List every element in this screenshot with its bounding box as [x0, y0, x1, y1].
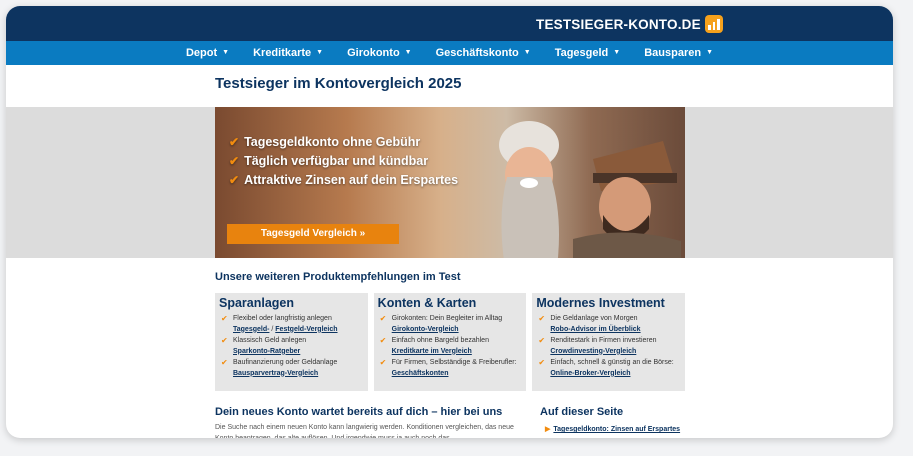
- checkmark-icon: ✔: [379, 336, 387, 345]
- list-item: ✔ Klassisch Geld anlegen Sparkonto-Ratgebe…: [221, 336, 307, 355]
- chevron-down-icon: ▼: [523, 49, 531, 56]
- online-broker-vergleich-link[interactable]: Online-Broker-Vergleich: [550, 370, 630, 377]
- chevron-down-icon: ▼: [706, 49, 714, 56]
- nav-item-geschaeftskonto[interactable]: Geschäftskonto ▼: [436, 47, 531, 59]
- card-konten-karten: Konten & Karten ✔ Girokonten: Dein Beglei…: [373, 293, 527, 391]
- card-title: Modernes Investment: [536, 296, 665, 310]
- chevron-down-icon: ▼: [404, 49, 412, 56]
- chevron-down-icon: ▼: [222, 49, 230, 56]
- hero-benefit-item: ✔ Tagesgeldkonto ohne Gebühr: [229, 135, 421, 149]
- hero-benefit-list: ✔ Tagesgeldkonto ohne Gebühr ✔ Täglich ver…: [229, 135, 458, 192]
- bottom-section-title: Dein neues Konto wartet bereits auf dich…: [215, 406, 503, 418]
- aside-link-item: ▶ Tagesgeldkonto: Zinsen auf Erspartes: [545, 425, 680, 433]
- bar-chart-icon: [704, 15, 723, 33]
- robo-advisor-link[interactable]: Robo-Advisor im Überblick: [550, 326, 640, 333]
- girokonto-vergleich-link[interactable]: Girokonto-Vergleich: [392, 326, 459, 333]
- brand-name: TESTSIEGER-KONTO.DE: [536, 16, 701, 32]
- list-item: ✔ Einfach ohne Bargeld bezahlen Kreditkart…: [379, 336, 489, 355]
- hero-banner: ✔ Tagesgeldkonto ohne Gebühr ✔ Täglich ver…: [215, 107, 685, 258]
- page-title: Testsieger im Kontovergleich 2025: [215, 75, 462, 92]
- tagesgeld-link[interactable]: Tagesgeld-: [233, 326, 269, 333]
- checkmark-icon: ✔: [221, 358, 228, 367]
- hero-benefit-item: ✔ Attraktive Zinsen auf dein Erspartes: [229, 173, 459, 187]
- products-section-title: Unsere weiteren Produktempfehlungen im T…: [215, 271, 461, 283]
- list-item: ✔ Die Geldanlage von Morgen Robo-Advisor i…: [538, 314, 641, 333]
- bottom-section-text: Die Suche nach einem neuen Konto kann la…: [215, 424, 514, 438]
- hero-person-man-image: [573, 141, 681, 258]
- checkmark-icon: ✔: [538, 336, 546, 345]
- checkmark-icon: ✔: [229, 135, 240, 149]
- product-cards: Sparanlagen ✔ Flexibel oder langfristig a…: [215, 293, 686, 391]
- festgeld-vergleich-link[interactable]: Festgeld-Vergleich: [275, 326, 337, 333]
- checkmark-icon: ✔: [221, 314, 228, 323]
- card-sparanlagen: Sparanlagen ✔ Flexibel oder langfristig a…: [215, 293, 368, 391]
- arrow-right-icon: ▶: [545, 426, 551, 433]
- chevron-down-icon: ▼: [613, 49, 621, 56]
- list-item: ✔ Baufinanzierung oder Geldanlage Bausparv…: [221, 358, 338, 377]
- bausparvertrag-vergleich-link[interactable]: Bausparvertrag-Vergleich: [233, 370, 318, 377]
- nav-item-kreditkarte[interactable]: Kreditkarte ▼: [253, 47, 323, 59]
- list-item: ✔ Für Firmen, Selbständige & Freiberufler…: [379, 358, 517, 377]
- checkmark-icon: ✔: [221, 336, 228, 345]
- kreditkarte-vergleich-link[interactable]: Kreditkarte im Vergleich: [392, 348, 472, 355]
- card-title: Konten & Karten: [377, 296, 477, 310]
- crowdinvesting-vergleich-link[interactable]: Crowdinvesting-Vergleich: [550, 348, 636, 355]
- checkmark-icon: ✔: [379, 314, 387, 323]
- hero-person-woman-image: [499, 121, 559, 258]
- list-item: ✔ Flexibel oder langfristig anlegen Tagesg…: [221, 314, 338, 333]
- nav-item-bausparen[interactable]: Bausparen ▼: [644, 47, 713, 59]
- checkmark-icon: ✔: [229, 154, 240, 168]
- nav-item-tagesgeld[interactable]: Tagesgeld ▼: [555, 47, 621, 59]
- card-title: Sparanlagen: [219, 296, 295, 310]
- hero-benefit-item: ✔ Täglich verfügbar und kündbar: [229, 154, 429, 168]
- tagesgeldkonto-zinsen-link[interactable]: Tagesgeldkonto: Zinsen auf Erspartes: [553, 426, 680, 433]
- browser-frame: TESTSIEGER-KONTO.DE Depot ▼ Kreditkarte ▼ …: [6, 6, 893, 438]
- checkmark-icon: ✔: [379, 358, 387, 367]
- checkmark-icon: ✔: [229, 173, 240, 187]
- aside-title: Auf dieser Seite: [540, 406, 624, 418]
- card-modernes-investment: Modernes Investment ✔ Die Geldanlage von …: [532, 293, 686, 391]
- checkmark-icon: ✔: [538, 314, 546, 323]
- chevron-down-icon: ▼: [316, 49, 324, 56]
- nav-item-girokonto[interactable]: Girokonto ▼: [347, 47, 412, 59]
- list-item: ✔ Girokonten: Dein Begleiter im Alltag Gir…: [379, 314, 503, 333]
- main-nav: Depot ▼ Kreditkarte ▼ Girokonto ▼ Geschäfts…: [6, 41, 893, 65]
- brand-logo[interactable]: TESTSIEGER-KONTO.DE: [536, 15, 723, 33]
- top-header: TESTSIEGER-KONTO.DE: [6, 6, 893, 41]
- list-item: ✔ Einfach, schnell & günstig an die Börse…: [538, 358, 674, 377]
- checkmark-icon: ✔: [538, 358, 546, 367]
- nav-item-depot[interactable]: Depot ▼: [186, 47, 229, 59]
- sparkonto-ratgeber-link[interactable]: Sparkonto-Ratgeber: [233, 348, 300, 355]
- list-item: ✔ Renditestark in Firmen investieren Crowd…: [538, 336, 657, 355]
- geschaeftskonten-link[interactable]: Geschäftskonten: [392, 370, 449, 377]
- tagesgeld-vergleich-button[interactable]: Tagesgeld Vergleich »: [227, 224, 399, 244]
